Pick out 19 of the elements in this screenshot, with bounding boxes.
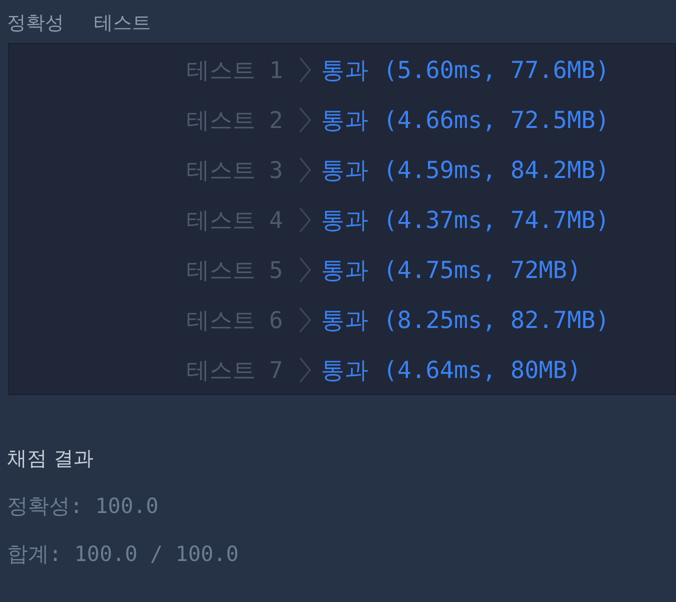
section-header: 정확성 — [7, 11, 64, 36]
grading-title: 채점 결과 — [7, 445, 94, 472]
score-line: 합계: 100.0 / 100.0 — [7, 541, 240, 568]
chevron-icon — [299, 107, 311, 133]
chevron-icon — [299, 357, 311, 383]
section-header: 테스트 — [94, 11, 151, 36]
chevron-icon — [299, 207, 311, 233]
chevron-icon — [299, 257, 311, 283]
test-result: 통과 (4.66ms, 72.5MB) — [321, 105, 610, 136]
score-line: 정확성: 100.0 — [7, 493, 160, 520]
test-result: 통과 (4.64ms, 80MB) — [321, 355, 582, 386]
chevron-icon — [299, 157, 311, 183]
test-result: 통과 (4.59ms, 84.2MB) — [321, 155, 610, 186]
test-result: 통과 (4.75ms, 72MB) — [321, 255, 582, 286]
test-result: 통과 (4.37ms, 74.7MB) — [321, 205, 610, 236]
chevron-icon — [299, 57, 311, 83]
test-result: 통과 (5.60ms, 77.6MB) — [321, 55, 610, 86]
test-result: 통과 (8.25ms, 82.7MB) — [321, 305, 610, 336]
chevron-icon — [299, 307, 311, 333]
